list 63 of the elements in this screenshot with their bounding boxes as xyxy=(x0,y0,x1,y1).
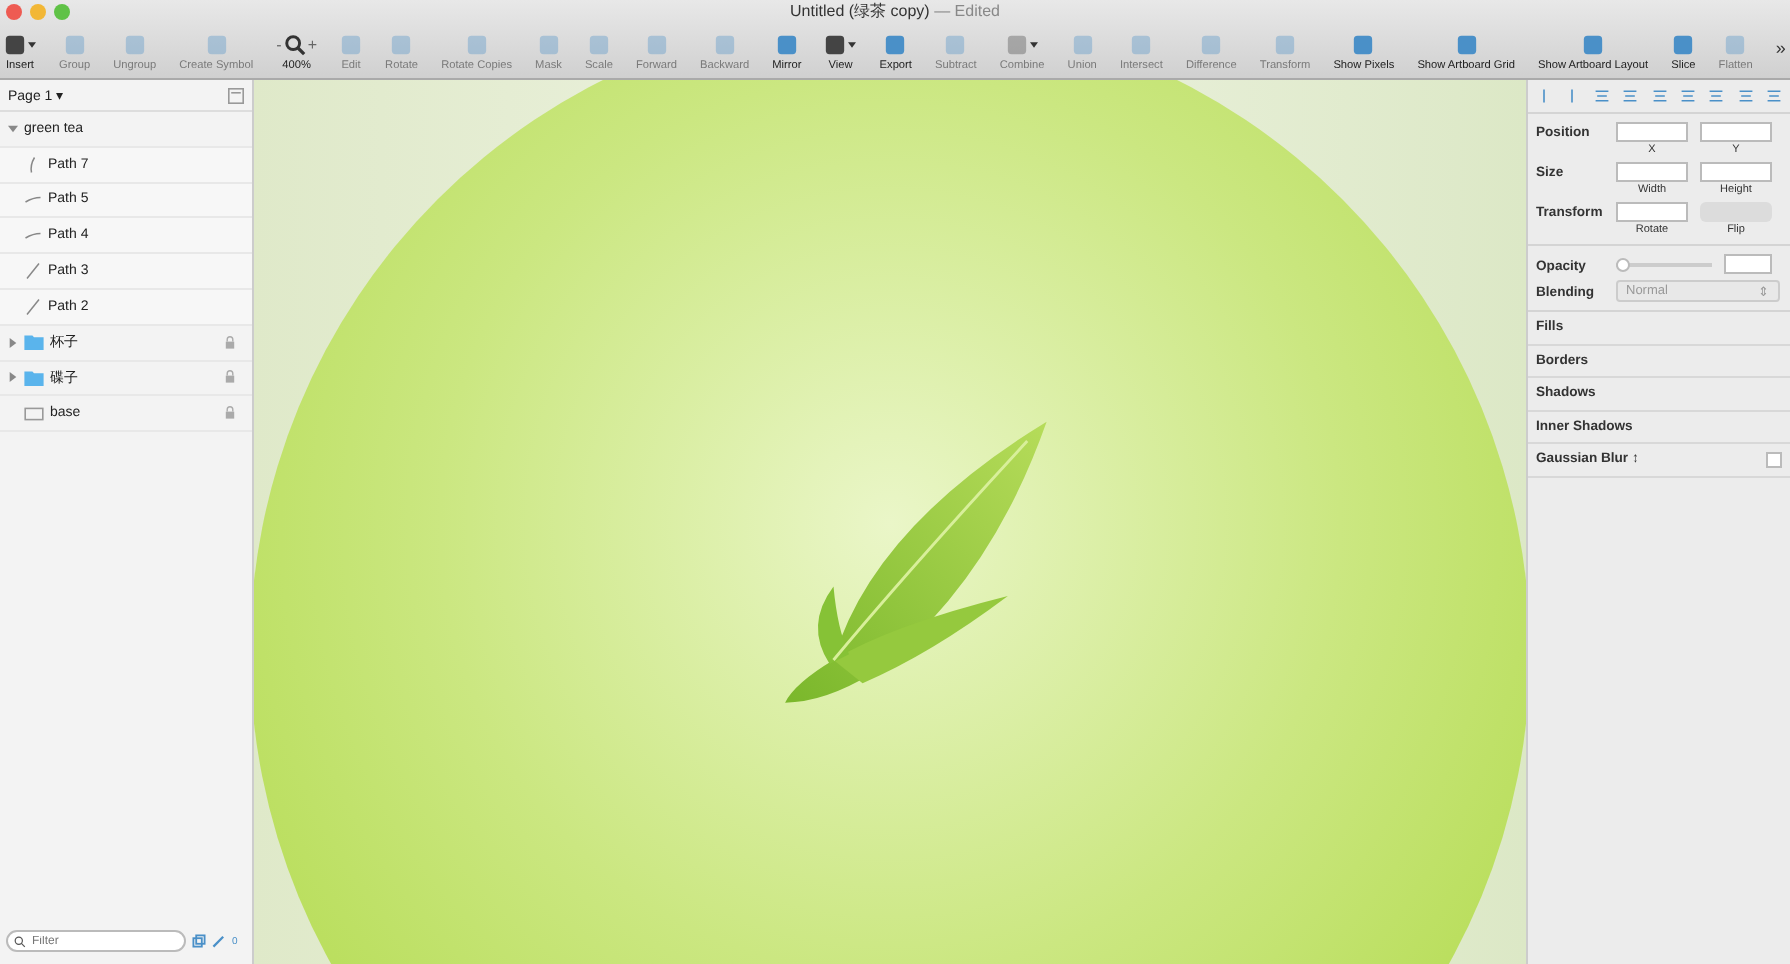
square-icon xyxy=(537,34,560,56)
edited-status: — Edited xyxy=(934,2,1000,20)
number-field[interactable] xyxy=(1700,162,1772,182)
align-icon[interactable] xyxy=(1766,88,1782,104)
square-icon xyxy=(63,34,86,56)
zoom-button[interactable] xyxy=(54,3,70,19)
square-icon xyxy=(587,34,610,56)
square-icon xyxy=(205,34,228,56)
overflow-button[interactable]: » xyxy=(1775,37,1786,57)
window-title: Untitled (绿茶 copy) xyxy=(790,2,930,20)
square-icon xyxy=(1455,34,1478,56)
align-icon[interactable] xyxy=(1737,88,1754,104)
square-icon xyxy=(1274,34,1297,56)
square-icon xyxy=(1071,34,1094,56)
zoom-out-button[interactable]: - xyxy=(276,36,282,54)
minimize-button[interactable] xyxy=(30,3,46,19)
number-field[interactable] xyxy=(1616,162,1688,182)
align-icon[interactable] xyxy=(1622,88,1639,104)
caret-icon xyxy=(1030,42,1039,48)
pen-icon[interactable] xyxy=(212,934,226,948)
zoom-in-button[interactable]: + xyxy=(307,36,317,54)
square-icon xyxy=(465,34,488,56)
slider-thumb[interactable] xyxy=(1616,257,1630,271)
align-icon[interactable] xyxy=(1593,88,1610,104)
square-icon xyxy=(944,34,967,56)
square-icon xyxy=(775,34,798,56)
checkbox[interactable] xyxy=(1766,451,1782,468)
caret-icon xyxy=(848,42,857,48)
disclosure-triangle-icon[interactable] xyxy=(8,337,18,348)
align-icon[interactable] xyxy=(1651,88,1667,104)
number-field[interactable] xyxy=(1616,202,1688,222)
search-icon xyxy=(283,34,306,56)
lock-icon[interactable] xyxy=(224,370,236,385)
square-icon xyxy=(1200,34,1223,56)
square-icon xyxy=(884,34,907,56)
square-icon xyxy=(1352,34,1375,56)
square-icon xyxy=(1672,34,1695,56)
square-icon xyxy=(1724,34,1747,56)
number-field[interactable] xyxy=(1616,122,1688,142)
search-icon xyxy=(14,936,26,948)
panel-toggle-icon[interactable] xyxy=(228,87,244,103)
lock-icon[interactable] xyxy=(224,406,236,421)
square-icon xyxy=(340,34,363,56)
align-icon[interactable] xyxy=(1679,88,1696,104)
square-icon xyxy=(390,34,413,56)
copy-icon[interactable] xyxy=(192,934,206,948)
square-icon xyxy=(123,34,146,56)
disclosure-triangle-icon[interactable] xyxy=(8,372,18,383)
opacity-field[interactable] xyxy=(1724,254,1772,274)
square-icon xyxy=(645,34,668,56)
number-field[interactable] xyxy=(1700,122,1772,142)
square-icon xyxy=(4,34,26,56)
rectangle-icon xyxy=(24,405,44,422)
square-icon xyxy=(1582,34,1605,56)
lock-icon[interactable] xyxy=(224,335,236,350)
caret-icon xyxy=(28,42,36,48)
square-icon xyxy=(1130,34,1153,56)
close-button[interactable] xyxy=(6,3,22,19)
square-icon xyxy=(1006,34,1029,56)
square-icon xyxy=(713,34,736,56)
square-icon xyxy=(824,34,847,56)
disclosure-triangle-icon[interactable] xyxy=(8,123,18,134)
align-icon[interactable] xyxy=(1708,88,1725,104)
